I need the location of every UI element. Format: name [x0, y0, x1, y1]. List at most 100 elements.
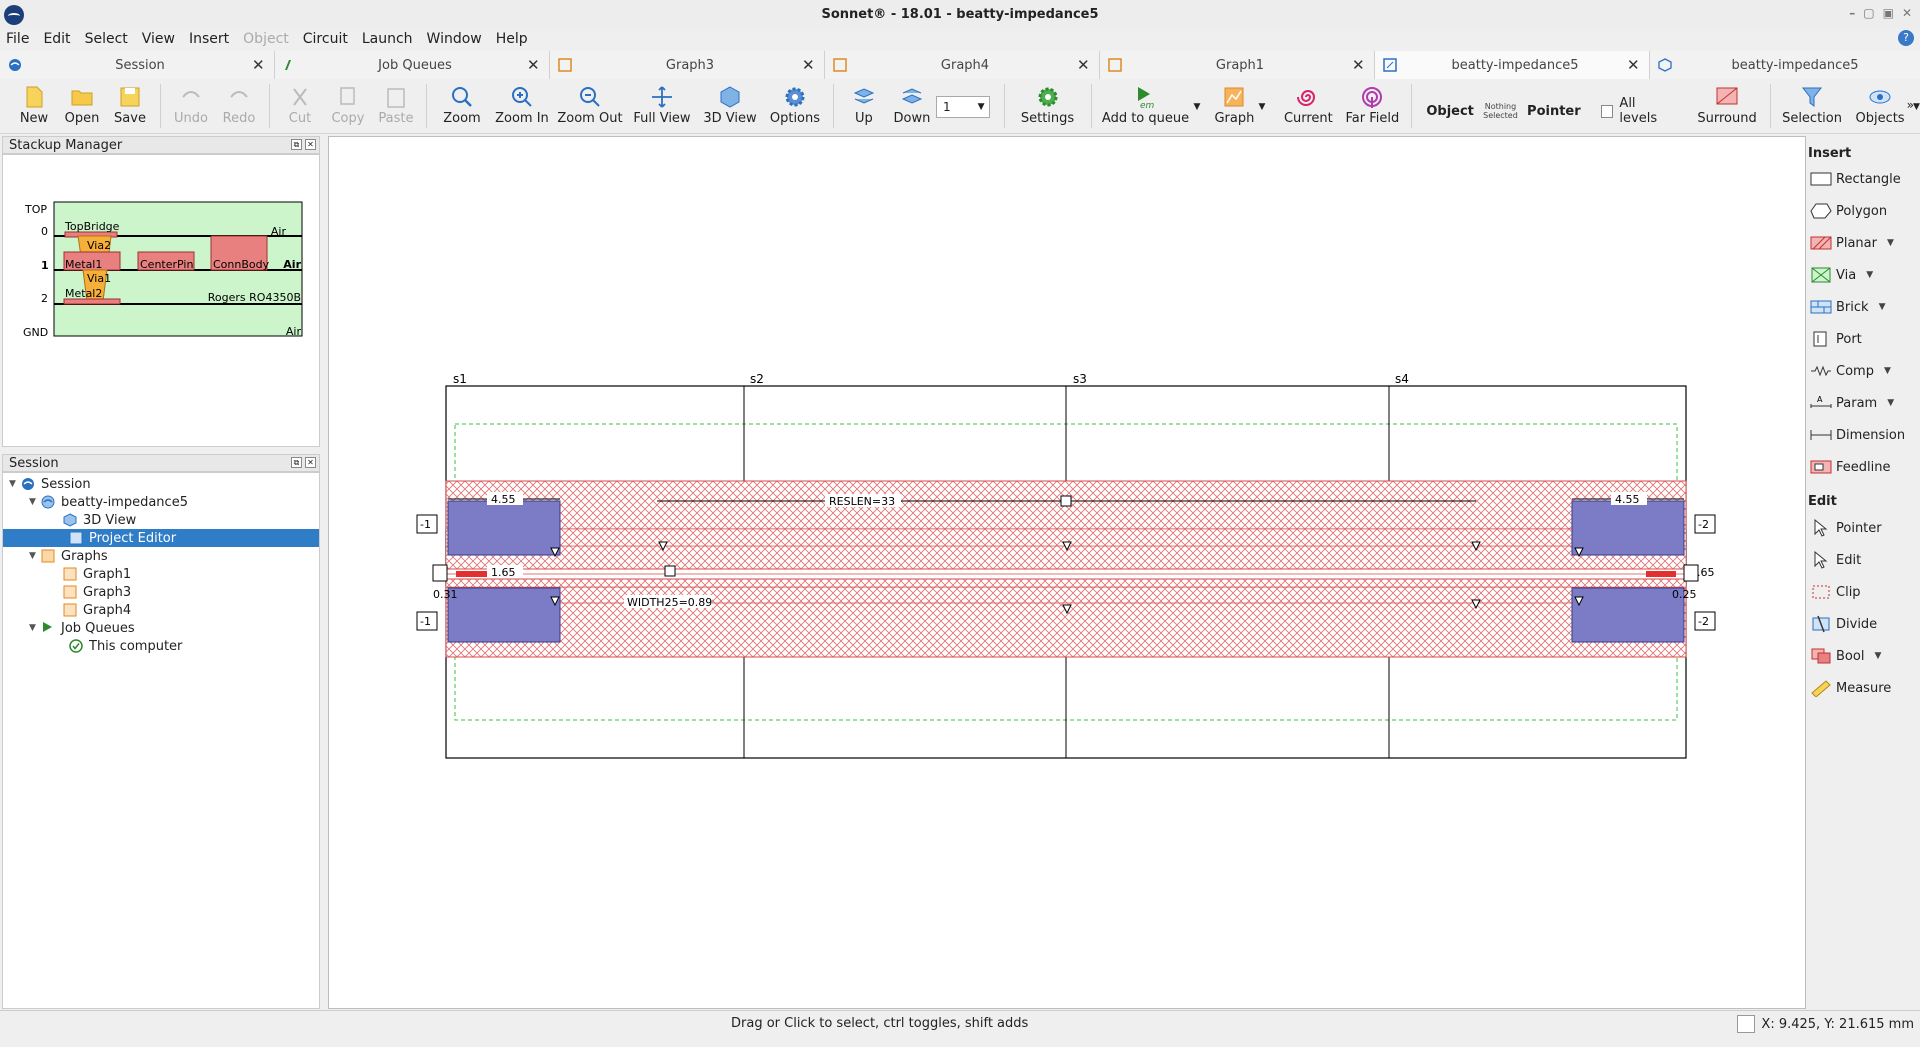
menu-circuit[interactable]: Circuit — [303, 31, 348, 47]
circuit-layout[interactable]: s1 s2 s3 s4 4.55 4.55 RESLEN=33 1.65 1.6… — [329, 137, 1807, 1010]
add-to-queue-button[interactable]: em Add to queue — [1098, 80, 1194, 126]
coordinate-mode-icon[interactable] — [1737, 1015, 1756, 1033]
reslen-handle[interactable] — [1060, 495, 1072, 507]
tab-project-editor[interactable]: beatty-impedance5 ✕ — [1375, 51, 1650, 79]
dim-left-width[interactable]: 4.55 — [491, 493, 516, 506]
insert-rectangle-button[interactable]: Rectangle — [1810, 166, 1901, 192]
insert-polygon-button[interactable]: Polygon — [1810, 198, 1887, 224]
pad-right-top[interactable] — [1571, 500, 1685, 556]
chevron-down-icon[interactable]: ▼ — [1866, 270, 1873, 280]
dim-left-gap[interactable]: 1.65 — [491, 566, 516, 579]
minimize-icon[interactable]: – — [1849, 6, 1855, 20]
close-tab-icon[interactable]: ✕ — [1627, 56, 1641, 74]
graph-button[interactable]: Graph — [1210, 80, 1258, 126]
tab-session[interactable]: Session ✕ — [0, 51, 275, 79]
tab-graph3[interactable]: Graph3 ✕ — [550, 51, 825, 79]
help-icon[interactable]: ? — [1898, 30, 1914, 46]
pad-right-bottom[interactable] — [1571, 587, 1685, 643]
collapse-arrow-icon[interactable]: ▼ — [9, 479, 21, 489]
new-button[interactable]: New — [10, 80, 58, 126]
menu-edit[interactable]: Edit — [43, 31, 70, 47]
menu-insert[interactable]: Insert — [189, 31, 229, 47]
menu-view[interactable]: View — [142, 31, 175, 47]
tab-3d-view[interactable]: beatty-impedance5 — [1650, 51, 1920, 79]
chevron-down-icon[interactable]: ▼ — [1913, 102, 1920, 112]
insert-param-button[interactable]: A Param ▼ — [1810, 390, 1894, 416]
pad-left-top[interactable] — [447, 500, 561, 556]
collapse-arrow-icon[interactable]: ▼ — [29, 623, 41, 633]
zoom-out-button[interactable]: Zoom Out — [553, 80, 627, 126]
current-button[interactable]: Current — [1277, 80, 1339, 126]
tree-item-project[interactable]: ▼ beatty-impedance5 — [29, 493, 319, 511]
layout-canvas[interactable]: s1 s2 s3 s4 4.55 4.55 RESLEN=33 1.65 1.6… — [328, 136, 1806, 1009]
tree-item-graph3[interactable]: Graph3 — [63, 583, 319, 601]
chevron-down-icon[interactable]: ▼ — [1879, 302, 1886, 312]
dim-left-small[interactable]: 0.31 — [433, 588, 458, 601]
right-feed-strip[interactable] — [1646, 571, 1676, 577]
down-button[interactable]: Down — [888, 80, 936, 126]
save-button[interactable]: Save — [106, 80, 154, 126]
dim-reslen[interactable]: RESLEN=33 — [829, 495, 895, 508]
tree-item-session[interactable]: ▼ Session — [9, 475, 319, 493]
zoom-button[interactable]: Zoom — [433, 80, 491, 126]
menu-launch[interactable]: Launch — [362, 31, 413, 47]
zoom-in-button[interactable]: Zoom In — [491, 80, 553, 126]
menu-select[interactable]: Select — [85, 31, 128, 47]
tree-item-graph1[interactable]: Graph1 — [63, 565, 319, 583]
insert-port-button[interactable]: Port — [1810, 326, 1862, 352]
close-panel-icon[interactable]: ✕ — [305, 457, 316, 468]
tree-item-this-computer[interactable]: This computer — [69, 637, 319, 655]
pad-left-bottom[interactable] — [447, 587, 561, 643]
tab-graph4[interactable]: Graph4 ✕ — [825, 51, 1100, 79]
edit-divide-button[interactable]: Divide — [1810, 611, 1877, 637]
port-right-center[interactable] — [1683, 564, 1699, 582]
insert-comp-button[interactable]: Comp ▼ — [1810, 358, 1891, 384]
insert-feedline-button[interactable]: Feedline — [1810, 454, 1890, 480]
collapse-arrow-icon[interactable]: ▼ — [29, 551, 41, 561]
collapse-arrow-icon[interactable]: ▼ — [29, 497, 41, 507]
options-button[interactable]: Options — [763, 80, 827, 126]
tree-item-graph4[interactable]: Graph4 — [63, 601, 319, 619]
level-select[interactable]: 1 ▼ — [935, 96, 990, 118]
dim-right-width[interactable]: 4.55 — [1615, 493, 1640, 506]
insert-dimension-button[interactable]: Dimension — [1810, 422, 1905, 448]
chevron-down-icon[interactable]: ▼ — [1887, 238, 1894, 248]
all-levels-checkbox[interactable] — [1600, 104, 1614, 118]
tab-graph1[interactable]: Graph1 ✕ — [1100, 51, 1375, 79]
object-mode-label[interactable]: Object — [1426, 104, 1474, 119]
objects-button[interactable]: Objects — [1847, 80, 1913, 126]
edit-measure-button[interactable]: Measure — [1810, 675, 1891, 701]
width-handle[interactable] — [664, 565, 676, 577]
edit-pointer-button[interactable]: Pointer — [1810, 515, 1882, 541]
insert-via-button[interactable]: Via ▼ — [1810, 262, 1873, 288]
edit-clip-button[interactable]: Clip — [1810, 579, 1861, 605]
close-tab-icon[interactable]: ✕ — [1077, 56, 1091, 74]
full-view-button[interactable]: Full View — [627, 80, 697, 126]
pointer-mode-label[interactable]: Pointer — [1527, 104, 1581, 119]
insert-brick-button[interactable]: Brick ▼ — [1810, 294, 1885, 320]
dim-right-small[interactable]: 0.25 — [1672, 588, 1697, 601]
toolbar-overflow-icon[interactable]: » — [1907, 98, 1914, 112]
float-panel-icon[interactable]: ⧉ — [291, 457, 302, 468]
tree-item-project-editor[interactable]: Project Editor — [3, 529, 319, 547]
up-button[interactable]: Up — [840, 80, 888, 126]
far-field-button[interactable]: Far Field — [1339, 80, 1405, 126]
close-tab-icon[interactable]: ✕ — [802, 56, 816, 74]
menu-file[interactable]: File — [6, 31, 29, 47]
3d-view-button[interactable]: 3D View — [697, 80, 763, 126]
chevron-down-icon[interactable]: ▼ — [1258, 102, 1265, 112]
restore-icon[interactable]: ▢ — [1863, 6, 1874, 20]
insert-planar-button[interactable]: Planar ▼ — [1810, 230, 1894, 256]
close-tab-icon[interactable]: ✕ — [527, 56, 541, 74]
chevron-down-icon[interactable]: ▼ — [1874, 651, 1881, 661]
chevron-down-icon[interactable]: ▼ — [1887, 398, 1894, 408]
settings-button[interactable]: Settings — [1011, 80, 1085, 126]
chevron-down-icon[interactable]: ▼ — [1884, 366, 1891, 376]
menu-window[interactable]: Window — [427, 31, 482, 47]
close-panel-icon[interactable]: ✕ — [305, 139, 316, 150]
close-tab-icon[interactable]: ✕ — [252, 56, 266, 74]
open-button[interactable]: Open — [58, 80, 106, 126]
dim-width25[interactable]: WIDTH25=0.89 — [627, 596, 712, 609]
float-panel-icon[interactable]: ⧉ — [291, 139, 302, 150]
edit-edit-button[interactable]: Edit — [1810, 547, 1861, 573]
